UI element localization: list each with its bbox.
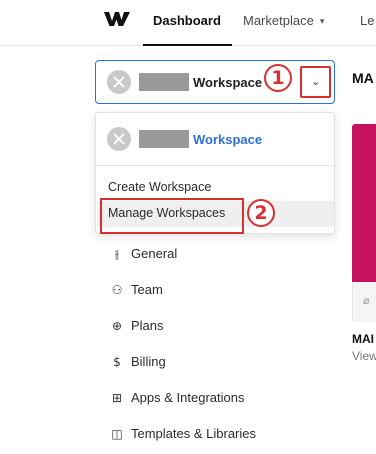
section-title: MA xyxy=(352,70,374,86)
menu-item-label: General xyxy=(131,246,178,261)
active-tab-indicator xyxy=(143,44,232,46)
tab-dashboard[interactable]: Dashboard xyxy=(153,13,221,28)
step-callout-1: 1 xyxy=(264,64,292,92)
current-workspace-option[interactable]: Workspace xyxy=(193,132,262,147)
team-icon: ⚇ xyxy=(111,283,123,297)
menu-item-templates-libraries[interactable]: ◫ Templates & Libraries xyxy=(109,426,256,446)
menu-item-general[interactable]: ⫲ General xyxy=(109,246,177,266)
chevron-down-icon: ⌄ xyxy=(311,76,321,88)
chevron-down-icon: ▾ xyxy=(319,16,325,26)
create-workspace-item[interactable]: Create Workspace xyxy=(108,180,211,194)
webflow-logo[interactable] xyxy=(104,11,130,27)
card-title: MAI xyxy=(352,332,374,346)
sliders-icon: ⫲ xyxy=(115,247,119,261)
menu-item-label: Templates & Libraries xyxy=(131,426,256,441)
workspace-name: Workspace xyxy=(193,75,263,90)
menu-item-label: Plans xyxy=(131,318,164,333)
workspace-dropdown-button[interactable]: ⌄ xyxy=(300,66,331,98)
tab-marketplace-label: Marketplace xyxy=(243,13,314,28)
menu-item-plans[interactable]: ⊕ Plans xyxy=(109,318,164,338)
menu-item-label: Apps & Integrations xyxy=(131,390,245,405)
card-link[interactable]: View xyxy=(352,349,376,363)
menu-item-label: Billing xyxy=(131,354,166,369)
tab-marketplace[interactable]: Marketplace ▾ xyxy=(243,13,324,28)
divider xyxy=(96,165,334,166)
card-footer: ⌀ xyxy=(352,282,376,322)
step-callout-2: 2 xyxy=(247,199,275,227)
highlight-box xyxy=(100,198,244,234)
apps-icon: ⊞ xyxy=(111,391,123,405)
dollar-icon: $ xyxy=(113,355,121,369)
menu-item-apps-integrations[interactable]: ⊞ Apps & Integrations xyxy=(109,390,245,410)
tab-learn[interactable]: Le xyxy=(360,13,374,28)
workspace-avatar xyxy=(107,70,131,94)
plans-icon: ⊕ xyxy=(111,319,123,333)
templates-icon: ◫ xyxy=(111,427,123,441)
workspace-avatar xyxy=(107,127,131,151)
menu-item-billing[interactable]: $ Billing xyxy=(109,354,166,374)
workspace-switcher[interactable]: Workspace xyxy=(95,60,335,104)
no-image-icon: ⌀ xyxy=(363,295,370,307)
menu-item-team[interactable]: ⚇ Team xyxy=(109,282,163,302)
menu-item-label: Team xyxy=(131,282,163,297)
redacted-name xyxy=(139,130,189,148)
top-navigation: Dashboard Marketplace ▾ Le xyxy=(0,0,376,46)
redacted-name xyxy=(139,73,189,91)
plan-card-image[interactable] xyxy=(352,124,376,282)
